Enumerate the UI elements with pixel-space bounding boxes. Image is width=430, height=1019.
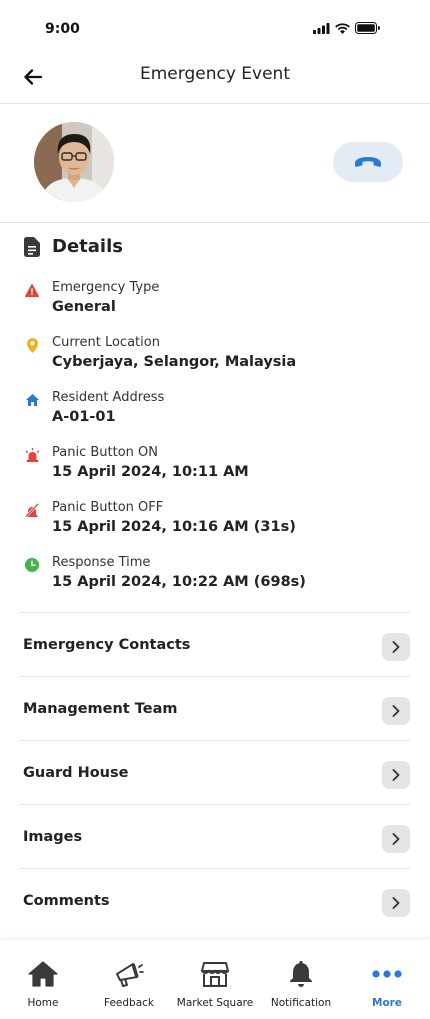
siren-off-icon [24,502,40,518]
chevron-right-icon[interactable] [382,697,410,725]
nav-label: Market Square [176,997,254,1009]
home-icon [0,960,86,988]
section-label: Guard House [23,765,129,781]
signal-icon [313,22,330,34]
detail-label: Response Time [52,555,151,570]
detail-resident-address: Resident Address A-01-01 [24,390,404,435]
detail-label: Resident Address [52,390,165,405]
detail-value: A-01-01 [52,409,116,425]
details-header: Details [24,236,123,257]
detail-panic-on: Panic Button ON 15 April 2024, 10:11 AM [24,445,404,490]
detail-value: Cyberjaya, Selangor, Malaysia [52,354,297,370]
nav-label: Feedback [103,997,154,1009]
nav-more[interactable]: More [344,940,430,1019]
app-header: Emergency Event [0,54,430,104]
detail-current-location: Current Location Cyberjaya, Selangor, Ma… [24,335,404,380]
section-list: Emergency Contacts Management Team Guard… [20,612,410,933]
section-label: Comments [23,893,110,909]
nav-label: Home [27,997,59,1009]
status-time: 9:00 [45,21,80,37]
store-icon [172,960,258,988]
battery-icon [355,22,380,34]
siren-icon [24,447,40,463]
section-management-team[interactable]: Management Team [20,677,410,741]
status-bar: 9:00 [0,0,430,54]
profile-section [0,104,430,223]
section-emergency-contacts[interactable]: Emergency Contacts [20,613,410,677]
section-comments[interactable]: Comments [20,869,410,933]
chevron-right-icon[interactable] [382,761,410,789]
section-label: Images [23,829,83,845]
detail-value: 15 April 2024, 10:22 AM (698s) [52,574,306,590]
chevron-right-icon[interactable] [382,889,410,917]
bottom-nav: Home Feedback Market Square Notification… [0,940,430,1019]
wifi-icon [335,22,350,34]
section-images[interactable]: Images [20,805,410,869]
nav-notification[interactable]: Notification [258,940,344,1019]
more-dots-icon [344,960,430,988]
nav-label: More [372,997,402,1009]
bell-icon [258,960,344,988]
end-call-button[interactable] [333,142,403,182]
detail-value: 15 April 2024, 10:11 AM [52,464,249,480]
detail-response-time: Response Time 15 April 2024, 10:22 AM (6… [24,555,404,600]
chevron-right-icon[interactable] [382,633,410,661]
nav-market-square[interactable]: Market Square [172,940,258,1019]
document-icon [24,236,40,257]
phone-hangup-icon [355,157,381,167]
detail-emergency-type: Emergency Type General [24,280,404,325]
nav-home[interactable]: Home [0,940,86,1019]
page-title: Emergency Event [140,64,290,84]
megaphone-icon [86,960,172,988]
location-pin-icon [24,337,40,353]
warning-icon [24,282,40,298]
section-label: Emergency Contacts [23,637,191,653]
home-icon [24,392,40,408]
detail-label: Panic Button OFF [52,500,164,515]
clock-icon [24,557,40,573]
section-guard-house[interactable]: Guard House [20,741,410,805]
detail-label: Panic Button ON [52,445,158,460]
section-label: Management Team [23,701,178,717]
status-icons [313,22,380,34]
detail-value: 15 April 2024, 10:16 AM (31s) [52,519,296,535]
chevron-right-icon[interactable] [382,825,410,853]
details-title: Details [52,236,123,257]
detail-label: Emergency Type [52,280,160,295]
detail-panic-off: Panic Button OFF 15 April 2024, 10:16 AM… [24,500,404,545]
avatar [34,122,114,202]
nav-label: Notification [270,997,332,1009]
nav-feedback[interactable]: Feedback [86,940,172,1019]
detail-value: General [52,299,116,315]
detail-label: Current Location [52,335,160,350]
